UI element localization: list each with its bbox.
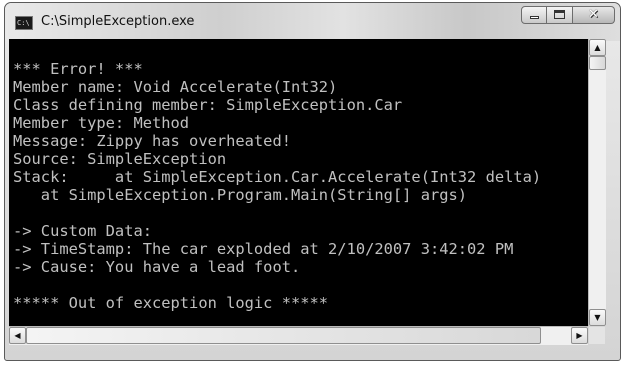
vertical-scroll-thumb[interactable] [589,56,606,70]
up-arrow-icon: ▲ [594,43,601,52]
console-line: -> Custom Data: [13,222,152,240]
console-line: -> Cause: You have a lead foot. [13,258,301,276]
console-line: Class defining member: SimpleException.C… [13,96,403,114]
console-output[interactable]: *** Error! *** Member name: Void Acceler… [9,39,588,326]
scroll-right-button[interactable]: ▶ [571,327,588,344]
console-line: Stack: at SimpleException.Car.Accelerate… [13,168,542,186]
caption-buttons: ✕ [521,6,615,24]
title-bar[interactable]: C:\ C:\SimpleException.exe ✕ [5,3,620,41]
horizontal-scroll-thumb[interactable] [26,327,541,344]
horizontal-scrollbar[interactable]: ◀ ▶ [9,326,588,345]
close-button[interactable]: ✕ [573,6,615,24]
vertical-scrollbar[interactable]: ▲ ▼ [588,39,606,326]
window-title: C:\SimpleException.exe [41,14,195,29]
console-app-icon-label: C:\ [17,19,30,27]
left-arrow-icon: ◀ [14,331,21,340]
console-line: ***** Out of exception logic ***** [13,294,329,312]
maximize-button[interactable] [547,6,573,24]
close-icon: ✕ [588,7,599,22]
scroll-down-button[interactable]: ▼ [589,309,606,326]
minimize-button[interactable] [521,6,547,24]
console-line: Member name: Void Accelerate(Int32) [13,78,338,96]
console-line: at SimpleException.Program.Main(String[]… [13,186,468,204]
console-line: Member type: Method [13,114,190,132]
maximize-icon [554,10,565,19]
resize-grip[interactable] [589,327,605,344]
right-arrow-icon: ▶ [576,331,583,340]
console-line: Source: SimpleException [13,150,227,168]
minimize-icon [530,16,539,19]
scroll-up-button[interactable]: ▲ [589,39,606,56]
console-app-icon[interactable]: C:\ [15,16,33,30]
console-line: -> TimeStamp: The car exploded at 2/10/2… [13,240,514,258]
down-arrow-icon: ▼ [594,313,601,322]
console-line: Message: Zippy has overheated! [13,132,291,150]
scroll-left-button[interactable]: ◀ [9,327,26,344]
console-line: *** Error! *** [13,60,143,78]
